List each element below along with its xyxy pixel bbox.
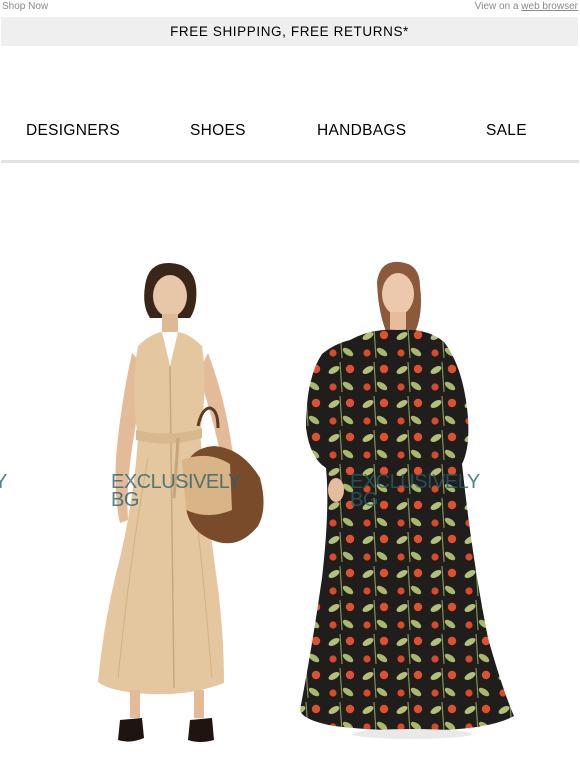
preheader: Shop Now View on a web browser (0, 0, 580, 14)
nav-item-shoes[interactable]: SHOES (190, 122, 246, 140)
shop-now-link[interactable]: Shop Now (2, 1, 48, 12)
nav-item-designers[interactable]: DESIGNERS (26, 122, 120, 140)
shipping-banner-text: FREE SHIPPING, FREE RETURNS* (170, 24, 409, 39)
web-browser-link[interactable]: web browser (521, 1, 578, 12)
overlay-exclusively-bg-left: EXCLUSIVELY BG (111, 472, 241, 511)
hero-image[interactable]: Y EXCLUSIVELY BG EXCLUSIVELY BG (0, 163, 580, 774)
main-nav: DESIGNERS SHOES HANDBAGS SALE (0, 117, 580, 145)
overlay-exclusively-bg-right: EXCLUSIVELY BG (350, 472, 480, 511)
nav-item-sale[interactable]: SALE (486, 122, 527, 140)
web-browser-line: View on a web browser (475, 1, 578, 12)
web-browser-prefix: View on a (474, 1, 522, 12)
overlay-right-line2: BG (350, 489, 378, 511)
overlay-partial-line: Y (0, 471, 7, 493)
overlay-left-line2: BG (111, 489, 139, 511)
nav-item-handbags[interactable]: HANDBAGS (317, 122, 406, 140)
shipping-banner[interactable]: FREE SHIPPING, FREE RETURNS* (1, 17, 578, 46)
overlay-partial-text: Y (0, 471, 7, 493)
